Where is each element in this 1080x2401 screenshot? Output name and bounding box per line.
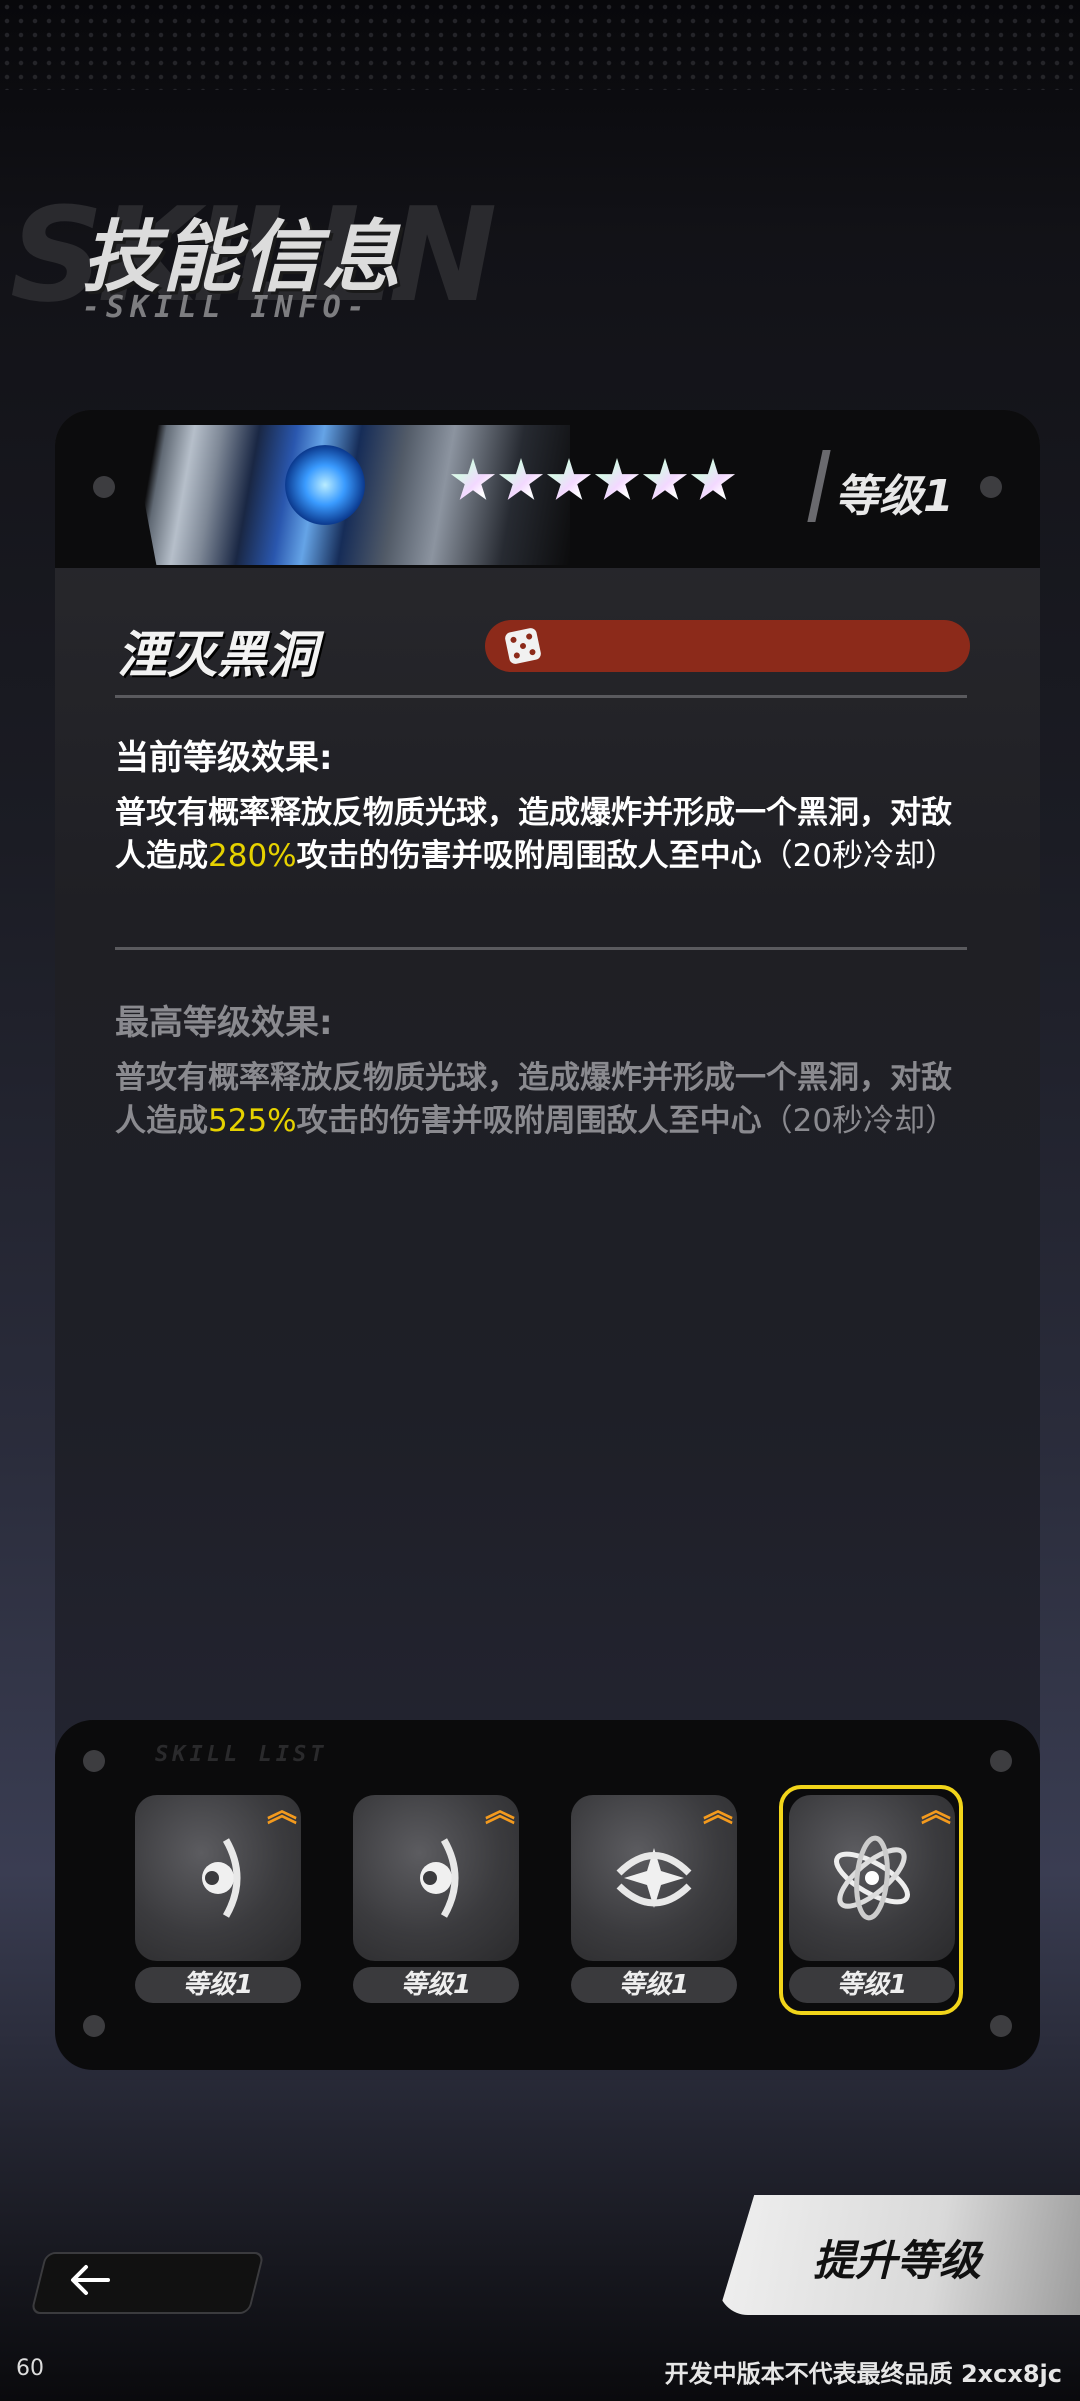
atom-icon (834, 1835, 910, 1921)
skill-slot-level: 等级1 (135, 1967, 301, 2003)
build-watermark: 开发中版本不代表最终品质 2xcx8jc (664, 2360, 1062, 2388)
current-effect-text: 普攻有概率释放反物质光球，造成爆炸并形成一个黑洞，对敌人造成280%攻击的伤害并… (115, 795, 957, 874)
double-chevron-up-icon: ︽ (485, 1794, 515, 1829)
current-effect-value: 280% (208, 838, 297, 874)
upgrade-level-button[interactable]: 提升等级 (718, 2195, 1080, 2315)
divider (115, 695, 967, 698)
skill-slot-3[interactable]: ︽ 等级1 (571, 1795, 739, 2005)
star-rating (450, 458, 736, 504)
star-icon (690, 458, 736, 500)
skill-list-panel: SKILL LIST ︽ 等级1 ︽ 等级1 ︽ 等级1 ︽ 等级1 (55, 1720, 1040, 2070)
top-pattern (0, 0, 1080, 90)
max-effect-text: 普攻有概率释放反物质光球，造成爆炸并形成一个黑洞，对敌人造成525%攻击的伤害并… (115, 1060, 957, 1139)
page-subtitle: -SKILL INFO- (82, 290, 371, 325)
dice-icon (504, 627, 542, 665)
skill-slot-level: 等级1 (571, 1967, 737, 2003)
ring-planet-icon (202, 1838, 241, 1918)
fps-counter: 60 (16, 2356, 44, 2381)
back-button[interactable] (30, 2252, 265, 2314)
skill-slot-2[interactable]: ︽ 等级1 (353, 1795, 521, 2005)
skill-artwork-core (285, 445, 365, 525)
bolt-decoration (93, 476, 115, 498)
max-effect-title: 最高等级效果: (115, 1003, 333, 1043)
skill-list-label: SKILL LIST (155, 1742, 328, 1767)
star-icon (450, 458, 496, 500)
skill-slot-1[interactable]: ︽ 等级1 (135, 1795, 303, 2005)
star-orbit-icon (616, 1848, 692, 1908)
star-icon (546, 458, 592, 500)
current-effect-title: 当前等级效果: (115, 738, 333, 778)
divider (115, 947, 967, 950)
star-icon (642, 458, 688, 500)
max-effect-value: 525% (208, 1103, 297, 1139)
arrow-left-icon (71, 2265, 110, 2295)
bolt-decoration (83, 2015, 105, 2037)
skill-slot-level: 等级1 (789, 1967, 955, 2003)
double-chevron-up-icon: ︽ (703, 1794, 733, 1829)
star-icon (594, 458, 640, 500)
bolt-decoration (83, 1750, 105, 1772)
level-divider (807, 450, 831, 522)
skill-card-header: 等级1 (55, 410, 1040, 568)
star-icon (498, 458, 544, 500)
bolt-decoration (990, 1750, 1012, 1772)
skill-tag-bar (485, 620, 970, 672)
bolt-decoration (990, 2015, 1012, 2037)
ring-planet-icon (420, 1838, 459, 1918)
skill-slot-level: 等级1 (353, 1967, 519, 2003)
double-chevron-up-icon: ︽ (921, 1794, 951, 1829)
page-header: SKILLN 技能信息 -SKILL INFO- (0, 180, 620, 340)
skill-level: 等级1 (835, 471, 954, 522)
skill-name: 湮灭黑洞 (117, 626, 317, 684)
double-chevron-up-icon: ︽ (267, 1794, 297, 1829)
bolt-decoration (980, 476, 1002, 498)
upgrade-level-label: 提升等级 (813, 2236, 982, 2285)
skill-slot-4[interactable]: ︽ 等级1 (779, 1785, 963, 2015)
